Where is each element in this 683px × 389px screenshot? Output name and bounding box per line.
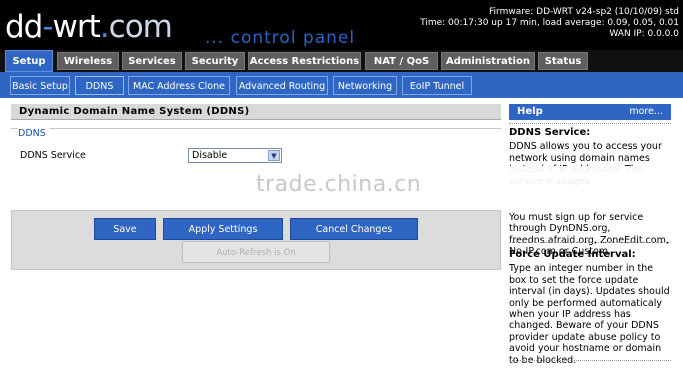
subtab-basic-setup[interactable]: Basic Setup — [10, 76, 70, 95]
help-divider — [509, 360, 671, 361]
subtab-networking[interactable]: Networking — [333, 76, 397, 95]
cancel-changes-button[interactable]: Cancel Changes — [290, 218, 418, 240]
watermark: trade.china.cn — [256, 172, 422, 197]
tab-administration[interactable]: Administration — [441, 52, 535, 70]
chevron-down-icon: ▼ — [268, 150, 280, 161]
subtab-mac-address-clone[interactable]: MAC Address Clone — [128, 76, 230, 95]
apply-settings-button[interactable]: Apply Settings — [163, 218, 283, 240]
subtab-advanced-routing[interactable]: Advanced Routing — [236, 76, 328, 95]
tagline: ... control panel — [205, 28, 356, 48]
help-force-section: Force Update Interval: Type an integer n… — [509, 249, 673, 366]
firmware-text: Firmware: DD-WRT v24-sp2 (10/10/09) std — [489, 7, 679, 17]
help-title: Help — [517, 106, 543, 117]
tab-status[interactable]: Status — [538, 52, 588, 70]
subtab-ddns[interactable]: DDNS — [75, 76, 124, 95]
tab-access-restrictions[interactable]: Access Restrictions — [248, 52, 361, 70]
ddns-service-label: DDNS Service — [20, 150, 86, 161]
help-force-text: Type an integer number in the box to set… — [509, 263, 670, 366]
uptime-text: Time: 00:17:30 up 17 min, load average: … — [420, 18, 679, 28]
tab-wireless[interactable]: Wireless — [57, 52, 119, 70]
ddns-service-select[interactable]: Disable ▼ — [188, 148, 282, 163]
fieldset-legend: DDNS — [18, 128, 49, 139]
main-tabs: Setup Wireless Services Security Access … — [0, 50, 683, 72]
help-more-link[interactable]: more... — [629, 104, 663, 120]
subtab-eoip-tunnel[interactable]: EoIP Tunnel — [402, 76, 472, 95]
auto-refresh-button: Auto-Refresh is On — [182, 241, 330, 263]
section-title: Dynamic Domain Name System (DDNS) — [11, 104, 501, 120]
ddns-service-value: Disable — [192, 150, 228, 161]
help-divider — [509, 123, 671, 124]
header: dd-wrt.com ... control panel Firmware: D… — [0, 0, 683, 50]
help-divider — [509, 242, 671, 243]
tab-security[interactable]: Security — [185, 52, 245, 70]
tab-nat-qos[interactable]: NAT / QoS — [365, 52, 438, 70]
help-ddns-heading: DDNS Service: — [509, 127, 591, 138]
save-button[interactable]: Save — [94, 218, 156, 240]
sub-tabs: Basic Setup DDNS MAC Address Clone Advan… — [0, 72, 683, 98]
help-header: Help more... — [509, 104, 671, 120]
tab-services[interactable]: Services — [122, 52, 182, 70]
router-info: Firmware: DD-WRT v24-sp2 (10/10/09) std … — [420, 7, 679, 40]
help-force-heading: Force Update Interval: — [509, 249, 636, 260]
wan-ip-text: WAN IP: 0.0.0.0 — [609, 29, 679, 39]
tab-setup[interactable]: Setup — [5, 50, 53, 72]
dd-wrt-logo[interactable]: dd-wrt.com — [5, 10, 173, 44]
